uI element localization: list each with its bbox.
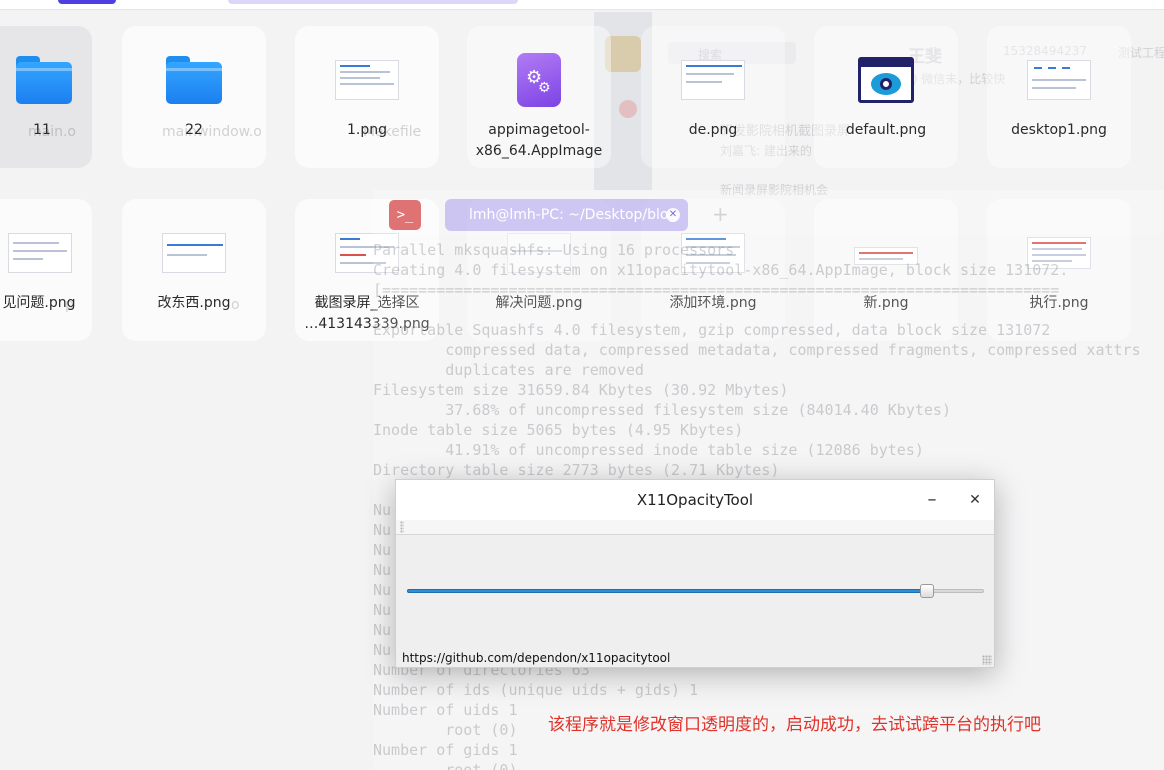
slider-handle[interactable] bbox=[920, 584, 935, 598]
terminal-tab-title: lmh@lmh-PC: ~/Desktop/blog bbox=[469, 207, 678, 223]
terminal-line: duplicates are removed bbox=[373, 361, 644, 379]
toolbar bbox=[396, 520, 994, 535]
file-name: appimagetool- x86_64.AppImage bbox=[475, 122, 603, 159]
ghost-file-name: p bbox=[65, 297, 74, 313]
ghost-file-name: Makefile bbox=[363, 124, 422, 140]
terminal-line: Nu bbox=[373, 621, 392, 639]
terminal-tab[interactable]: lmh@lmh-PC: ~/Desktop/blog ✕ bbox=[445, 199, 688, 231]
annotation-caption: 该程序就是修改窗口透明度的，启动成功，去试试跨平台的执行吧 bbox=[548, 715, 1041, 735]
x11-opacity-tool-window[interactable]: X11OpacityTool – ✕ https://github.com/de… bbox=[395, 479, 995, 668]
opacity-slider[interactable] bbox=[407, 584, 984, 598]
close-button[interactable]: ✕ bbox=[961, 486, 989, 514]
folder-icon bbox=[166, 56, 222, 104]
active-tab-indicator bbox=[58, 0, 116, 4]
terminal-line: Number of uids 1 bbox=[373, 701, 518, 719]
file-name: default.png bbox=[845, 122, 927, 138]
appimage-gear-icon: ⚙ ⚙ bbox=[517, 53, 561, 107]
file-item-1-png[interactable]: 1.png bbox=[295, 26, 439, 168]
file-item-desktop1-png[interactable]: desktop1.png bbox=[987, 26, 1131, 168]
window-title: X11OpacityTool bbox=[636, 491, 754, 509]
terminal-line: Inode table size 5065 bytes (4.95 Kbytes… bbox=[373, 421, 744, 439]
terminal-line: Nu bbox=[373, 521, 392, 539]
file-name: de.png bbox=[688, 122, 738, 138]
eye-icon bbox=[858, 57, 914, 103]
status-url: https://github.com/dependon/x11opacityto… bbox=[402, 651, 671, 665]
resize-grip-icon[interactable] bbox=[982, 655, 992, 665]
terminal-line: Creating 4.0 filesystem on x11opacitytoo… bbox=[373, 261, 1069, 279]
file-name: desktop1.png bbox=[1011, 122, 1107, 138]
file-item-22[interactable]: 22 bbox=[122, 26, 266, 168]
file-item-problem-png[interactable]: 见问题.png bbox=[0, 199, 92, 341]
terminal-line: Number of gids 1 bbox=[373, 741, 518, 759]
close-icon[interactable]: ✕ bbox=[666, 208, 680, 222]
file-item-appimagetool[interactable]: ⚙ ⚙ appimagetool- x86_64.AppImage bbox=[467, 26, 611, 168]
toolbar-grip-icon[interactable] bbox=[400, 521, 404, 533]
file-item-de-png[interactable]: de.png bbox=[641, 26, 785, 168]
terminal-line: compressed data, compressed metadata, co… bbox=[373, 341, 1141, 359]
file-item-11[interactable]: 11 bbox=[0, 26, 92, 168]
terminal-line: Nu bbox=[373, 641, 392, 659]
terminal-line: [=======================================… bbox=[373, 281, 1060, 299]
image-thumbnail bbox=[681, 60, 745, 100]
file-item-default-png[interactable]: default.png bbox=[814, 26, 958, 168]
terminal-line: Nu bbox=[373, 581, 392, 599]
slider-fill bbox=[407, 589, 928, 593]
terminal-line: Directory table size 2773 bytes (2.71 Kb… bbox=[373, 461, 780, 479]
terminal-icon: >_ bbox=[389, 200, 421, 230]
terminal-line: Nu bbox=[373, 541, 392, 559]
terminal-line: Filesystem size 31659.84 Kbytes (30.92 M… bbox=[373, 381, 789, 399]
minimize-button[interactable]: – bbox=[918, 486, 946, 514]
tab-indicator bbox=[228, 0, 518, 4]
file-name: 改东西.png bbox=[157, 295, 231, 311]
image-thumbnail bbox=[8, 233, 72, 273]
image-thumbnail bbox=[1027, 60, 1091, 100]
terminal-line: Parallel mksquashfs: Using 16 processors bbox=[373, 241, 735, 259]
notification-badge bbox=[619, 100, 637, 118]
ghost-file-name: o bbox=[231, 297, 240, 313]
image-thumbnail bbox=[162, 233, 226, 273]
title-bar[interactable]: X11OpacityTool – ✕ bbox=[396, 480, 994, 520]
terminal-line: 41.91% of uncompressed inode table size … bbox=[373, 441, 924, 459]
ghost-file-name: main.o bbox=[28, 124, 76, 140]
terminal-line: 37.68% of uncompressed filesystem size (… bbox=[373, 401, 951, 419]
file-name: 见问题.png bbox=[2, 295, 76, 311]
terminal-line: root (0) bbox=[373, 761, 518, 770]
top-bar bbox=[0, 0, 1164, 10]
image-thumbnail bbox=[335, 60, 399, 100]
folder-icon bbox=[16, 56, 72, 104]
terminal-line: root (0) bbox=[373, 721, 518, 739]
terminal-line: Exportable Squashfs 4.0 filesystem, gzip… bbox=[373, 321, 1051, 339]
terminal-line: Nu bbox=[373, 601, 392, 619]
status-bar: https://github.com/dependon/x11opacityto… bbox=[396, 647, 994, 667]
new-tab-button[interactable]: + bbox=[712, 202, 729, 226]
terminal-line: Nu bbox=[373, 561, 392, 579]
file-item-change-png[interactable]: 改东西.png bbox=[122, 199, 266, 341]
terminal-line: Nu bbox=[373, 501, 392, 519]
ghost-file-name: mainwindow.o bbox=[162, 124, 262, 140]
terminal-line: Number of ids (unique uids + gids) 1 bbox=[373, 681, 699, 699]
